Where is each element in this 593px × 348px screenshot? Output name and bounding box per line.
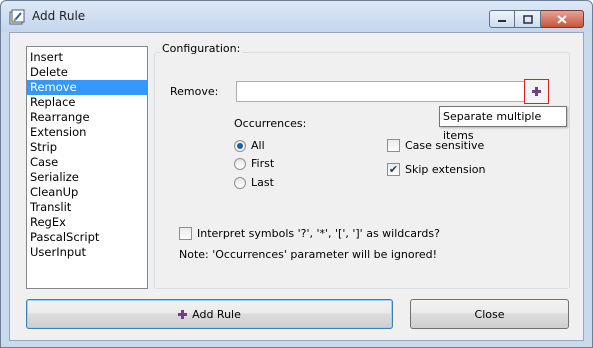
case-sensitive-label: Case sensitive xyxy=(405,139,485,152)
add-item-button[interactable] xyxy=(524,79,549,104)
remove-input[interactable] xyxy=(236,81,526,102)
rule-item-pascalscript[interactable]: PascalScript xyxy=(27,230,147,245)
add-rule-window: Add Rule Insert Delete Remove Replace Rearra… xyxy=(0,0,593,348)
rule-item-userinput[interactable]: UserInput xyxy=(27,245,147,260)
plus-icon xyxy=(532,87,541,96)
rule-type-list[interactable]: Insert Delete Remove Replace Rearrange Extens… xyxy=(26,46,148,289)
skip-extension-check[interactable]: ✔ xyxy=(387,163,400,176)
close-icon xyxy=(557,14,567,24)
close-button-label: Close xyxy=(474,307,505,321)
radio-all-button[interactable] xyxy=(234,139,246,152)
close-button[interactable]: Close xyxy=(410,299,569,329)
close-window-button[interactable] xyxy=(541,10,584,28)
rule-item-strip[interactable]: Strip xyxy=(27,140,147,155)
radio-first-label: First xyxy=(251,157,275,170)
rule-item-serialize[interactable]: Serialize xyxy=(27,170,147,185)
window-title: Add Rule xyxy=(32,9,86,23)
case-sensitive-check[interactable] xyxy=(387,139,400,152)
rule-item-translit[interactable]: Translit xyxy=(27,200,147,215)
skip-extension-checkbox[interactable]: ✔ Skip extension xyxy=(387,163,486,176)
radio-first[interactable]: First xyxy=(234,157,274,170)
wildcards-check[interactable] xyxy=(179,227,192,240)
radio-last-label: Last xyxy=(251,176,274,189)
occurrences-note: Note: 'Occurrences' parameter will be ig… xyxy=(179,248,438,261)
skip-extension-label: Skip extension xyxy=(405,163,486,176)
minimize-icon xyxy=(498,20,506,22)
occurrences-label: Occurrences: xyxy=(234,117,307,130)
radio-all-label: All xyxy=(251,139,265,152)
wildcards-checkbox[interactable]: Interpret symbols '?', '*', '[', ']' as … xyxy=(179,227,440,240)
dialog-client-area: Insert Delete Remove Replace Rearrange Extens… xyxy=(9,32,584,341)
case-sensitive-checkbox[interactable]: Case sensitive xyxy=(387,139,484,152)
radio-last-button[interactable] xyxy=(234,176,246,189)
rule-item-delete[interactable]: Delete xyxy=(27,65,147,80)
maximize-icon xyxy=(522,14,533,24)
app-icon xyxy=(9,9,25,25)
rule-item-cleanup[interactable]: CleanUp xyxy=(27,185,147,200)
maximize-button[interactable] xyxy=(515,10,541,28)
minimize-button[interactable] xyxy=(489,10,515,28)
rule-item-case[interactable]: Case xyxy=(27,155,147,170)
radio-all[interactable]: All xyxy=(234,139,265,152)
rule-item-remove[interactable]: Remove xyxy=(27,80,147,95)
configuration-label: Configuration: xyxy=(160,42,243,55)
wildcards-label: Interpret symbols '?', '*', '[', ']' as … xyxy=(197,227,440,240)
radio-first-button[interactable] xyxy=(234,157,246,170)
radio-last[interactable]: Last xyxy=(234,176,274,189)
rule-item-regex[interactable]: RegEx xyxy=(27,215,147,230)
rule-item-replace[interactable]: Replace xyxy=(27,95,147,110)
plus-icon xyxy=(178,309,188,319)
title-bar[interactable]: Add Rule xyxy=(1,1,592,32)
add-rule-button[interactable]: Add Rule xyxy=(26,299,393,329)
caption-buttons xyxy=(489,10,584,28)
rule-item-rearrange[interactable]: Rearrange xyxy=(27,110,147,125)
tooltip: Separate multiple items xyxy=(439,106,567,142)
remove-label: Remove: xyxy=(170,85,219,98)
add-rule-label: Add Rule xyxy=(192,307,241,321)
rule-item-insert[interactable]: Insert xyxy=(27,50,147,65)
rule-item-extension[interactable]: Extension xyxy=(27,125,147,140)
